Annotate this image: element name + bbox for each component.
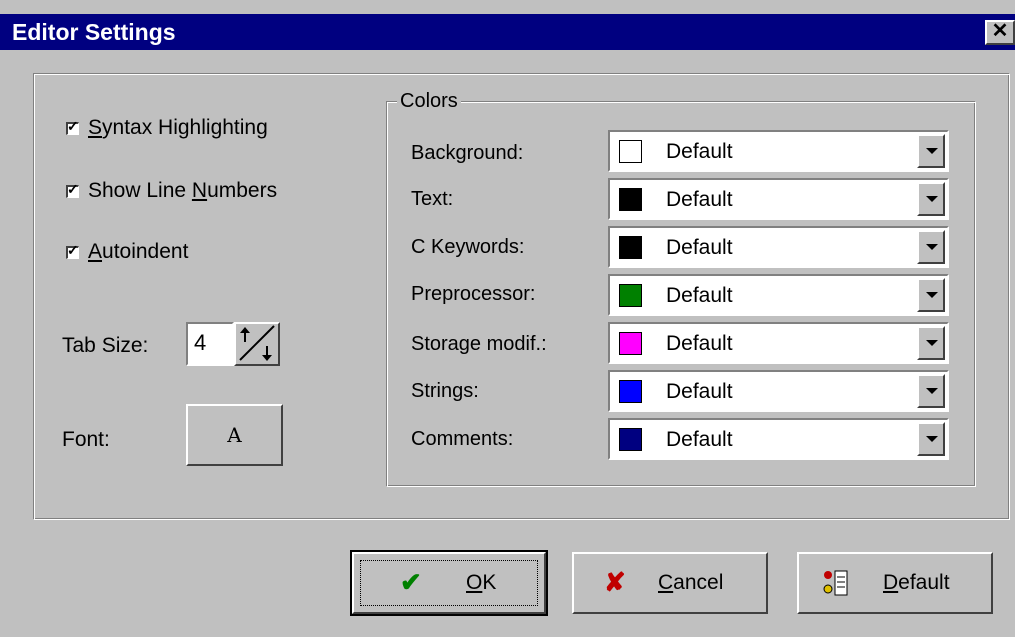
checkmark-icon: ✔ <box>400 567 422 597</box>
autoindent-checkbox[interactable]: ✓ Autoindent <box>66 240 188 264</box>
colors-group-label: Colors <box>397 90 461 113</box>
dialog-body: ✓ Syntax Highlighting ✓ Show Line Number… <box>0 50 1015 637</box>
font-button-label: A <box>227 423 242 447</box>
color-swatch <box>619 332 642 355</box>
autoindent-label: Autoindent <box>88 240 189 263</box>
dropdown-arrow-icon[interactable] <box>917 182 945 216</box>
focus-rectangle <box>360 560 538 606</box>
default-icon <box>821 568 851 604</box>
select-value: Default <box>666 140 733 163</box>
check-icon: ✓ <box>67 180 79 197</box>
show-line-numbers-checkbox[interactable]: ✓ Show Line Numbers <box>66 179 277 203</box>
title-bar[interactable]: Editor Settings ✕ <box>0 14 1015 50</box>
select-value: Default <box>666 284 733 307</box>
x-icon: ✘ <box>604 567 626 597</box>
color-swatch <box>619 140 642 163</box>
dropdown-arrow-icon[interactable] <box>917 278 945 312</box>
dropdown-arrow-icon[interactable] <box>917 326 945 360</box>
comments-color-select[interactable]: Default <box>608 418 949 460</box>
tab-size-spinner[interactable] <box>234 322 280 366</box>
close-icon: ✕ <box>991 20 1009 42</box>
cancel-button[interactable]: ✘ Cancel <box>572 552 768 614</box>
default-button-label: Default <box>883 571 950 594</box>
show-line-numbers-label: Show Line Numbers <box>88 179 278 202</box>
ok-button[interactable]: ✔ OK <box>350 550 548 616</box>
syntax-highlighting-checkbox[interactable]: ✓ Syntax Highlighting <box>66 116 268 140</box>
checkbox-box[interactable]: ✓ <box>66 118 79 135</box>
storage-modifier-color-label: Storage modif.: <box>411 333 547 355</box>
default-button[interactable]: Default <box>797 552 993 614</box>
dropdown-arrow-icon[interactable] <box>917 422 945 456</box>
dropdown-arrow-icon[interactable] <box>917 230 945 264</box>
select-value: Default <box>666 332 733 355</box>
close-button[interactable]: ✕ <box>985 20 1015 45</box>
c-keywords-color-select[interactable]: Default <box>608 226 949 268</box>
color-swatch <box>619 236 642 259</box>
checkbox-box[interactable]: ✓ <box>66 242 79 259</box>
font-label: Font: <box>62 428 110 451</box>
font-button[interactable]: A <box>186 404 283 466</box>
syntax-highlighting-label: Syntax Highlighting <box>88 116 268 139</box>
check-icon: ✓ <box>67 117 79 134</box>
c-keywords-color-label: C Keywords: <box>411 236 525 258</box>
strings-color-label: Strings: <box>411 380 479 402</box>
background-color-select[interactable]: Default <box>608 130 949 172</box>
text-color-label: Text: <box>411 188 454 210</box>
color-swatch <box>619 380 642 403</box>
text-color-select[interactable]: Default <box>608 178 949 220</box>
storage-modifier-color-select[interactable]: Default <box>608 322 949 364</box>
select-value: Default <box>666 428 733 451</box>
select-value: Default <box>666 380 733 403</box>
window-title: Editor Settings <box>12 19 176 45</box>
checkbox-box[interactable]: ✓ <box>66 181 79 198</box>
select-value: Default <box>666 188 733 211</box>
tab-size-label: Tab Size: <box>62 334 149 357</box>
color-swatch <box>619 284 642 307</box>
check-icon: ✓ <box>67 241 79 258</box>
cancel-button-label: Cancel <box>658 571 724 594</box>
ok-button-label: OK <box>466 571 497 594</box>
color-swatch <box>619 188 642 211</box>
preprocessor-color-select[interactable]: Default <box>608 274 949 316</box>
select-value: Default <box>666 236 733 259</box>
background-color-label: Background: <box>411 142 524 164</box>
dropdown-arrow-icon[interactable] <box>917 374 945 408</box>
preprocessor-color-label: Preprocessor: <box>411 283 536 305</box>
spinner-arrows-icon <box>239 325 275 361</box>
comments-color-label: Comments: <box>411 428 514 450</box>
color-swatch <box>619 428 642 451</box>
tab-size-input[interactable]: 4 <box>186 322 234 366</box>
dropdown-arrow-icon[interactable] <box>917 134 945 168</box>
strings-color-select[interactable]: Default <box>608 370 949 412</box>
